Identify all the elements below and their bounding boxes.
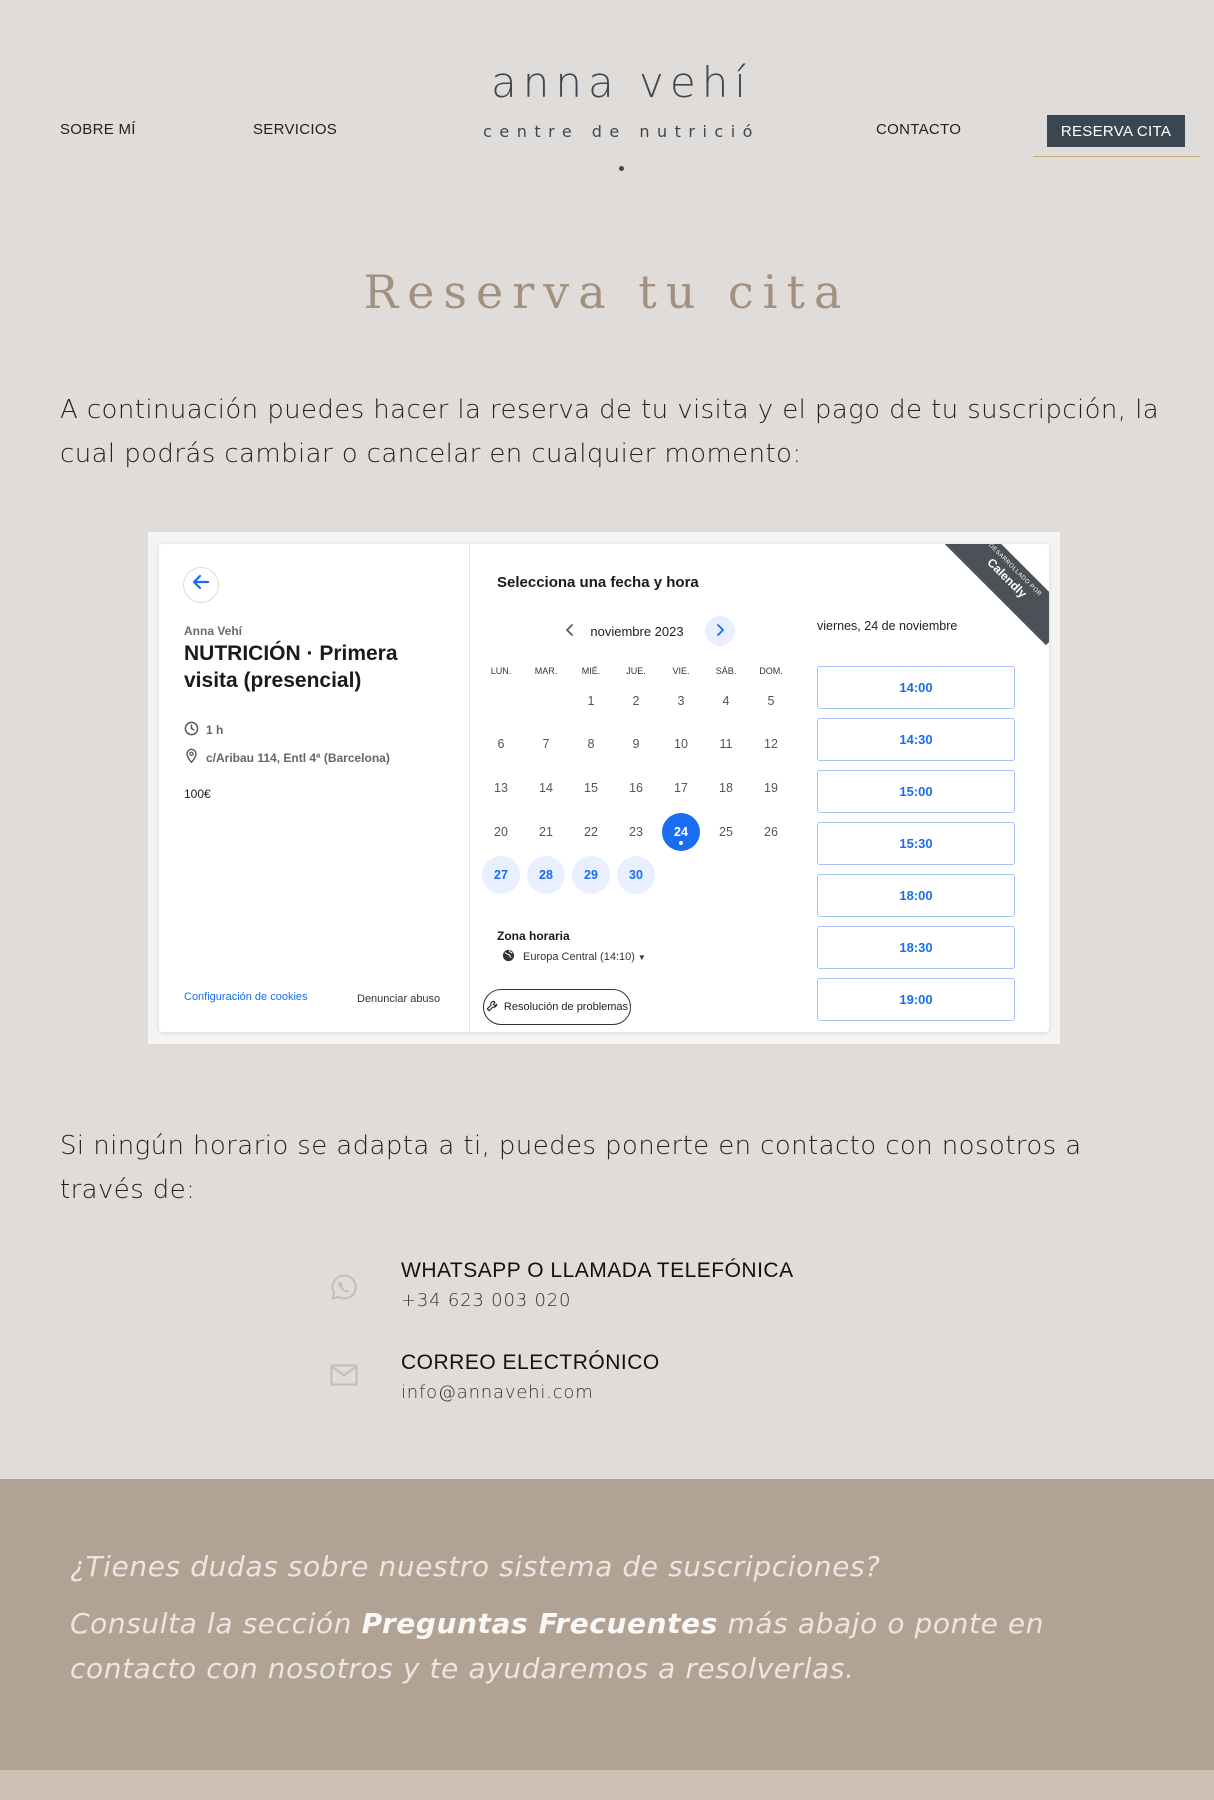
calendar-day: 17 <box>674 781 688 795</box>
calendar-day: 7 <box>542 737 550 751</box>
calendar-day: 14 <box>539 781 553 795</box>
location-row: c/Aribau 114, Entl 4ª (Barcelona) <box>184 748 390 767</box>
selected-date-label: viernes, 24 de noviembre <box>817 619 958 633</box>
mail-icon <box>329 1360 359 1390</box>
timezone-title: Zona horaria <box>497 929 570 943</box>
arrow-left-icon <box>192 573 210 597</box>
calendar-day: 16 <box>629 781 643 795</box>
logo-title[interactable]: anna vehí <box>0 58 1214 107</box>
calendar-day[interactable]: 28 <box>527 856 565 894</box>
location-pin-icon <box>184 748 206 767</box>
panel-divider <box>469 544 470 1032</box>
calendar-day: 23 <box>629 825 643 839</box>
host-name: Anna Vehí <box>184 624 243 638</box>
time-slot-button[interactable]: 19:00 <box>817 978 1015 1021</box>
calendar-day: 3 <box>677 694 685 708</box>
calendly-embed: Anna Vehí NUTRICIÓN · Primera visita (pr… <box>148 532 1060 1044</box>
faq-question: ¿Tienes dudas sobre nuestro sistema de s… <box>70 1550 881 1583</box>
calendar-day: 6 <box>497 737 505 751</box>
weekday-label: MIÉ. <box>581 666 601 676</box>
time-slot-button[interactable]: 14:30 <box>817 718 1015 761</box>
time-slot-button[interactable]: 14:00 <box>817 666 1015 709</box>
calendar-day: 22 <box>584 825 598 839</box>
calendar-day[interactable]: 29 <box>572 856 610 894</box>
report-abuse-link[interactable]: Denunciar abuso <box>357 993 440 1005</box>
troubleshoot-button[interactable]: Resolución de problemas <box>483 989 631 1025</box>
calendar-day: 5 <box>767 694 775 708</box>
calendar-day: 9 <box>632 737 640 751</box>
faq-link[interactable]: Preguntas Frecuentes <box>362 1607 718 1640</box>
page-title: Reserva tu cita <box>363 265 851 319</box>
globe-icon <box>502 949 523 965</box>
weekday-label: SÁB. <box>715 666 737 676</box>
wrench-icon <box>486 1000 504 1015</box>
weekday-label: VIE. <box>672 666 690 676</box>
chevron-left-icon <box>565 623 575 639</box>
calendar-day[interactable]: 24 <box>662 813 700 851</box>
month-label: noviembre 2023 <box>590 624 684 639</box>
calendar-day: 25 <box>719 825 733 839</box>
calendar-day: 11 <box>719 737 733 751</box>
time-slot-button[interactable]: 18:00 <box>817 874 1015 917</box>
troubleshoot-label: Resolución de problemas <box>503 1001 629 1013</box>
duration-row: 1 h <box>184 721 223 739</box>
whatsapp-icon <box>329 1272 359 1302</box>
calendar-day: 1 <box>587 694 595 708</box>
chevron-right-icon <box>715 623 725 639</box>
calendar-day: 20 <box>494 825 508 839</box>
calendar-day: 10 <box>674 737 688 751</box>
calendar-day: 12 <box>764 737 778 751</box>
weekday-label: DOM. <box>759 666 783 676</box>
back-button[interactable] <box>183 567 219 603</box>
fallback-text: Si ningún horario se adapta a ti, puedes… <box>60 1131 1082 1205</box>
calendar-day[interactable]: 27 <box>482 856 520 894</box>
calendar-day: 2 <box>632 694 640 708</box>
weekday-label: LUN. <box>490 666 512 676</box>
calendly-card: Anna Vehí NUTRICIÓN · Primera visita (pr… <box>159 544 1049 1032</box>
faq-banner: ¿Tienes dudas sobre nuestro sistema de s… <box>0 1479 1214 1770</box>
faq-text: ¿Tienes dudas sobre nuestro sistema de s… <box>70 1544 1170 1691</box>
weekday-label: MAR. <box>534 666 558 676</box>
price: 100€ <box>184 787 211 801</box>
calendar-day: 21 <box>539 825 553 839</box>
reserve-cita-button[interactable]: RESERVA CITA <box>1047 115 1185 147</box>
weekday-label: JUE. <box>626 666 646 676</box>
faq-text-before: Consulta la sección <box>70 1607 362 1640</box>
bottom-strip <box>0 1770 1214 1800</box>
nav-contacto[interactable]: CONTACTO <box>876 121 961 138</box>
calendar-day[interactable]: 30 <box>617 856 655 894</box>
event-name: NUTRICIÓN · Primera visita (presencial) <box>184 642 398 692</box>
cookie-settings-link[interactable]: Configuración de cookies <box>184 991 308 1003</box>
contact-email[interactable]: info@annavehi.com <box>401 1382 594 1403</box>
logo-subtitle: centre de nutrició <box>483 122 760 141</box>
calendar-day: 4 <box>722 694 730 708</box>
timezone-value: Europa Central (14:10) <box>523 951 635 963</box>
clock-icon <box>184 721 206 739</box>
duration: 1 h <box>206 723 224 737</box>
calendar-day: 8 <box>587 737 595 751</box>
time-slot-button[interactable]: 15:30 <box>817 822 1015 865</box>
timezone-select[interactable]: Europa Central (14:10) ▼ <box>502 949 646 965</box>
logo-dot <box>619 166 624 171</box>
intro-text: A continuación puedes hacer la reserva d… <box>60 395 1160 469</box>
contact-phone[interactable]: +34 623 003 020 <box>401 1290 571 1311</box>
calendar-day: 26 <box>764 825 778 839</box>
calendar-day: 18 <box>719 781 733 795</box>
location: c/Aribau 114, Entl 4ª (Barcelona) <box>206 750 390 765</box>
calendar-day: 13 <box>494 781 508 795</box>
caret-down-icon: ▼ <box>637 952 646 962</box>
contact-whatsapp-title: WHATSAPP O LLAMADA TELEFÓNICA <box>401 1259 794 1282</box>
next-month-button[interactable] <box>705 616 735 646</box>
reserve-underline <box>1033 156 1200 157</box>
picker-title: Selecciona una fecha y hora <box>497 574 699 591</box>
time-slot-button[interactable]: 15:00 <box>817 770 1015 813</box>
time-slot-button[interactable]: 18:30 <box>817 926 1015 969</box>
calendar-day: 19 <box>764 781 778 795</box>
contact-email-title: CORREO ELECTRÓNICO <box>401 1351 660 1374</box>
calendar-day: 15 <box>584 781 598 795</box>
